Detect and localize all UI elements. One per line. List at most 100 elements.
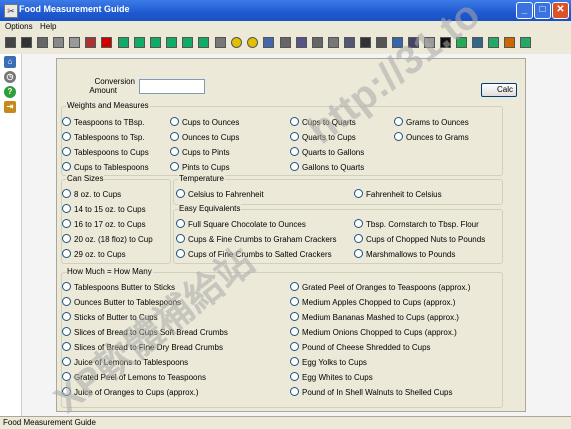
radio-option[interactable]: Cups of Chopped Nuts to Pounds bbox=[354, 234, 485, 244]
radio-option[interactable]: Full Square Chocolate to Ounces bbox=[176, 219, 306, 229]
radio-option[interactable]: Medium Onions Chopped to Cups (approx.) bbox=[290, 327, 457, 337]
gear-icon[interactable] bbox=[328, 37, 339, 48]
radio-option[interactable]: Tablespoons to Tsp. bbox=[62, 132, 145, 142]
smiley-icon[interactable] bbox=[231, 37, 242, 48]
paste-icon[interactable] bbox=[69, 37, 80, 48]
radio-option[interactable]: Egg Yolks to Cups bbox=[290, 357, 367, 367]
doc-icon[interactable] bbox=[312, 37, 323, 48]
flag-icon[interactable] bbox=[85, 37, 96, 48]
radio-option[interactable]: Slices of Bread to Fine Dry Bread Crumbs bbox=[62, 342, 223, 352]
radio-option[interactable]: Cups to Ounces bbox=[170, 117, 239, 127]
grid-icon[interactable] bbox=[392, 37, 403, 48]
radio-button[interactable] bbox=[170, 147, 179, 156]
radio-option[interactable]: 16 to 17 oz. to Cups bbox=[62, 219, 146, 229]
radio-button[interactable] bbox=[354, 189, 363, 198]
radio-option[interactable]: Cups of Fine Crumbs to Salted Crackers bbox=[176, 249, 332, 259]
radio-button[interactable] bbox=[62, 132, 71, 141]
help-icon[interactable] bbox=[520, 37, 531, 48]
radio-button[interactable] bbox=[176, 234, 185, 243]
calendar-icon[interactable] bbox=[215, 37, 226, 48]
cup-icon[interactable] bbox=[21, 37, 32, 48]
radio-button[interactable] bbox=[354, 219, 363, 228]
radio-option[interactable]: Ounces to Cups bbox=[170, 132, 239, 142]
exit-icon[interactable]: ⇥ bbox=[4, 101, 16, 113]
radio-option[interactable]: 8 oz. to Cups bbox=[62, 189, 121, 199]
radio-button[interactable] bbox=[62, 189, 71, 198]
radio-button[interactable] bbox=[394, 117, 403, 126]
radio-option[interactable]: 29 oz. to Cups bbox=[62, 249, 126, 259]
radio-button[interactable] bbox=[170, 132, 179, 141]
radio-button[interactable] bbox=[354, 249, 363, 258]
doc-icon[interactable] bbox=[263, 37, 274, 48]
radio-option[interactable]: Slices of Bread to Cups Soft Bread Crumb… bbox=[62, 327, 228, 337]
radio-option[interactable]: Pound of Cheese Shredded to Cups bbox=[290, 342, 431, 352]
radio-button[interactable] bbox=[394, 132, 403, 141]
smiley-icon[interactable] bbox=[247, 37, 258, 48]
radio-option[interactable]: Quarts to Cups bbox=[290, 132, 356, 142]
radio-option[interactable]: Ounces to Grams bbox=[394, 132, 469, 142]
x-icon[interactable] bbox=[440, 37, 451, 48]
radio-option[interactable]: Gallons to Quarts bbox=[290, 162, 364, 172]
radio-button[interactable] bbox=[170, 117, 179, 126]
menu-options[interactable]: Options bbox=[5, 22, 33, 31]
help-icon[interactable]: ? bbox=[4, 86, 16, 98]
radio-option[interactable]: Sticks of Butter to Cups bbox=[62, 312, 158, 322]
calc-button[interactable]: Calc bbox=[481, 83, 517, 97]
table-icon[interactable] bbox=[456, 37, 467, 48]
bag-icon[interactable] bbox=[376, 37, 387, 48]
radio-button[interactable] bbox=[290, 372, 299, 381]
radio-option[interactable]: Pound of In Shell Walnuts to Shelled Cup… bbox=[290, 387, 452, 397]
radio-option[interactable]: Egg Whites to Cups bbox=[290, 372, 373, 382]
table-icon[interactable] bbox=[488, 37, 499, 48]
menu-help[interactable]: Help bbox=[40, 22, 56, 31]
radio-button[interactable] bbox=[62, 234, 71, 243]
radio-option[interactable]: Fahrenheit to Celsius bbox=[354, 189, 442, 199]
lock-icon[interactable] bbox=[360, 37, 371, 48]
person-icon[interactable] bbox=[424, 37, 435, 48]
radio-option[interactable]: Quarts to Gallons bbox=[290, 147, 364, 157]
radio-option[interactable]: Juice of Lemons to Tablespoons bbox=[62, 357, 188, 367]
clock-icon[interactable]: ◷ bbox=[4, 71, 16, 83]
plus-icon[interactable] bbox=[101, 37, 112, 48]
radio-option[interactable]: Medium Apples Chopped to Cups (approx.) bbox=[290, 297, 455, 307]
radio-button[interactable] bbox=[290, 327, 299, 336]
radio-button[interactable] bbox=[62, 147, 71, 156]
close-button[interactable]: ✕ bbox=[552, 2, 569, 19]
radio-button[interactable] bbox=[290, 147, 299, 156]
radio-button[interactable] bbox=[290, 357, 299, 366]
maximize-button[interactable]: □ bbox=[534, 2, 551, 19]
radio-button[interactable] bbox=[62, 312, 71, 321]
radio-button[interactable] bbox=[290, 162, 299, 171]
radio-option[interactable]: Tablespoons Butter to Sticks bbox=[62, 282, 175, 292]
book-icon[interactable] bbox=[198, 37, 209, 48]
radio-option[interactable]: Cups to Quarts bbox=[290, 117, 356, 127]
doc-icon[interactable] bbox=[280, 37, 291, 48]
radio-option[interactable]: Grated Peel of Lemons to Teaspoons bbox=[62, 372, 206, 382]
radio-option[interactable]: Celsius to Fahrenheit bbox=[176, 189, 264, 199]
radio-button[interactable] bbox=[176, 249, 185, 258]
amount-input[interactable] bbox=[139, 79, 205, 94]
radio-option[interactable]: Cups to Pints bbox=[170, 147, 230, 157]
radio-option[interactable]: Medium Bananas Mashed to Cups (approx.) bbox=[290, 312, 459, 322]
radio-button[interactable] bbox=[62, 249, 71, 258]
radio-option[interactable]: Juice of Oranges to Cups (approx.) bbox=[62, 387, 199, 397]
radio-option[interactable]: 20 oz. (18 floz) to Cup bbox=[62, 234, 153, 244]
radio-button[interactable] bbox=[290, 342, 299, 351]
radio-button[interactable] bbox=[354, 234, 363, 243]
radio-button[interactable] bbox=[176, 189, 185, 198]
radio-option[interactable]: Marshmallows to Pounds bbox=[354, 249, 455, 259]
table-icon[interactable] bbox=[472, 37, 483, 48]
radio-option[interactable]: Tbsp. Cornstarch to Tbsp. Flour bbox=[354, 219, 479, 229]
radio-button[interactable] bbox=[290, 132, 299, 141]
radio-option[interactable]: Pints to Cups bbox=[170, 162, 230, 172]
book-icon[interactable] bbox=[166, 37, 177, 48]
minimize-button[interactable]: _ bbox=[516, 2, 533, 19]
radio-option[interactable]: Cups & Fine Crumbs to Graham Crackers bbox=[176, 234, 337, 244]
home-icon[interactable]: ⌂ bbox=[4, 56, 16, 68]
radio-button[interactable] bbox=[62, 387, 71, 396]
radio-button[interactable] bbox=[62, 297, 71, 306]
radio-button[interactable] bbox=[290, 387, 299, 396]
radio-button[interactable] bbox=[170, 162, 179, 171]
scissors-icon[interactable] bbox=[37, 37, 48, 48]
clipboard-icon[interactable] bbox=[296, 37, 307, 48]
